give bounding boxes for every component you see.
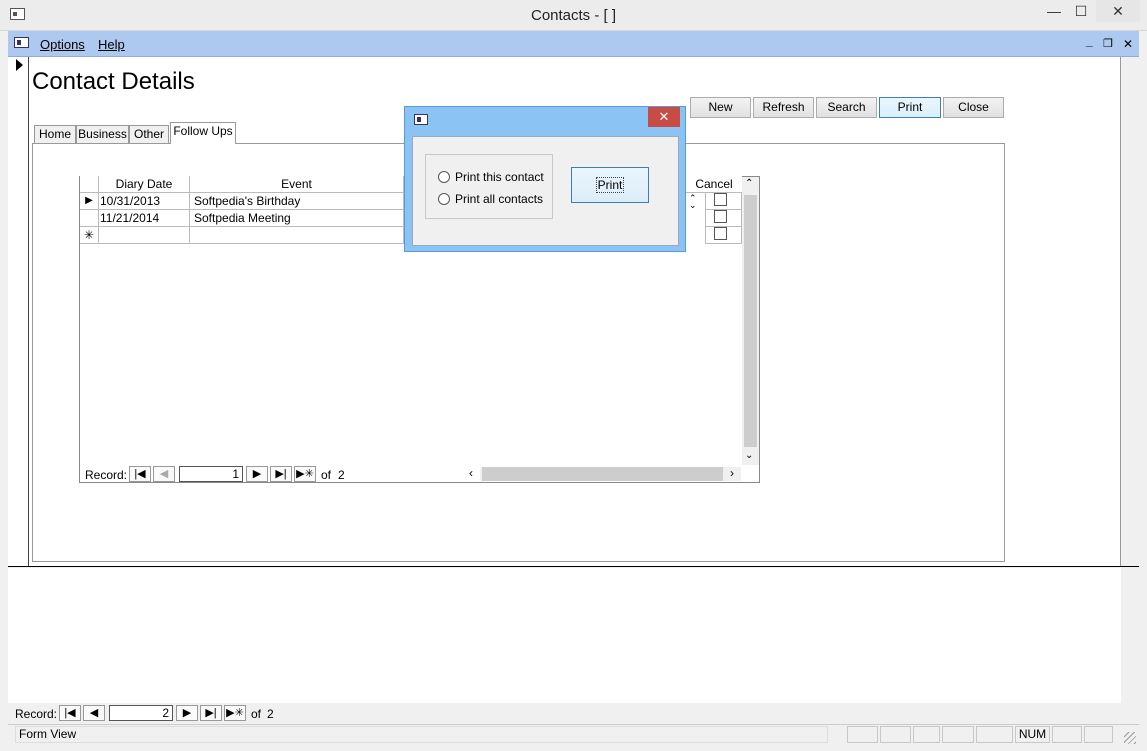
column-header-event[interactable]: Event — [190, 176, 404, 193]
label-print-this-contact[interactable]: Print this contact — [455, 170, 544, 184]
status-panel — [847, 726, 878, 743]
right-margin — [1121, 57, 1139, 703]
minimize-button[interactable]: — — [1042, 0, 1066, 22]
mdi-close-button[interactable]: ✕ — [1123, 37, 1133, 51]
print-option-group — [425, 154, 553, 219]
dialog-close-button[interactable]: ✕ — [648, 107, 680, 127]
label-print-all-contacts[interactable]: Print all contacts — [455, 192, 543, 206]
mdi-restore-button[interactable]: ❐ — [1103, 37, 1113, 50]
dialog-print-label: Print — [595, 177, 625, 193]
print-button[interactable]: Print — [879, 97, 941, 118]
scroll-up-icon[interactable]: ⌃ — [745, 178, 753, 189]
scroll-right-icon[interactable]: › — [730, 466, 734, 480]
new-cell-diary-date[interactable] — [99, 227, 190, 244]
record-selector-arrow — [16, 59, 23, 71]
column-header-diary-date[interactable]: Diary Date — [99, 176, 190, 193]
dialog-print-button[interactable]: Print — [571, 167, 649, 203]
grid-total-records: 2 — [338, 468, 345, 482]
form-section-divider — [8, 566, 1121, 567]
form-icon — [14, 37, 29, 48]
grid-record-number-input[interactable]: 1 — [179, 466, 243, 482]
new-row-selector[interactable]: ✳ — [80, 227, 99, 244]
spinner-icon[interactable]: ⌃ ⌄ — [689, 194, 697, 210]
tab-other[interactable]: Other — [129, 125, 169, 143]
maximize-button[interactable]: ☐ — [1068, 0, 1094, 22]
status-panel — [1084, 726, 1113, 743]
status-panel — [1052, 726, 1082, 743]
menu-options[interactable]: Options — [40, 37, 85, 52]
grid-next-record-button[interactable]: ▶ — [246, 466, 268, 482]
grid-last-record-button[interactable]: ▶| — [270, 466, 292, 482]
grid-horizontal-scroll-thumb[interactable] — [482, 467, 723, 481]
new-record-button[interactable]: ▶✳ — [224, 705, 246, 721]
cancel-checkbox[interactable] — [714, 210, 727, 223]
tab-home[interactable]: Home — [34, 125, 76, 143]
new-button[interactable]: New — [690, 97, 751, 118]
mdi-minimize-button[interactable]: _ — [1086, 34, 1093, 48]
radio-print-this-contact[interactable] — [438, 171, 450, 183]
grid-first-record-button[interactable]: |◀ — [129, 466, 151, 482]
tab-business[interactable]: Business — [76, 125, 129, 143]
status-panel — [880, 726, 911, 743]
grid-record-label: Record: — [85, 468, 128, 482]
total-records: 2 — [267, 707, 274, 721]
dialog-icon — [414, 114, 428, 125]
status-num-lock: NUM — [1015, 726, 1050, 743]
row-selector[interactable] — [80, 210, 99, 227]
cell-event[interactable]: Softpedia's Birthday — [190, 193, 404, 210]
page-title: Contact Details — [32, 68, 195, 95]
menu-bar — [8, 31, 1139, 57]
status-panel — [15, 726, 828, 743]
resize-grip-icon[interactable] — [1124, 732, 1136, 744]
scroll-left-icon[interactable]: ‹ — [469, 466, 473, 480]
cell-event[interactable]: Softpedia Meeting — [190, 210, 404, 227]
last-record-button[interactable]: ▶| — [200, 705, 222, 721]
status-panel — [913, 726, 940, 743]
search-button[interactable]: Search — [816, 97, 877, 118]
grid-corner — [80, 176, 99, 193]
close-button[interactable]: Close — [943, 97, 1004, 118]
window-title: Contacts - [ ] — [530, 7, 617, 24]
new-cell-event[interactable] — [190, 227, 404, 244]
grid-vertical-scroll-thumb[interactable] — [744, 195, 757, 447]
record-label: Record: — [15, 707, 58, 721]
form-section-divider-right — [1121, 566, 1139, 567]
prev-record-button[interactable]: ◀ — [83, 705, 105, 721]
record-number-input[interactable]: 2 — [109, 705, 173, 721]
status-panel — [942, 726, 974, 743]
cell-diary-date[interactable]: 11/21/2014 — [99, 210, 190, 227]
close-window-button[interactable]: ✕ — [1096, 0, 1140, 22]
cancel-checkbox[interactable] — [714, 227, 727, 240]
record-selector-bar[interactable] — [8, 57, 29, 567]
status-panel — [976, 726, 1013, 743]
column-header-cancel[interactable]: Cancel — [686, 176, 742, 193]
first-record-button[interactable]: |◀ — [59, 705, 81, 721]
cancel-checkbox[interactable] — [714, 193, 727, 206]
cell-diary-date[interactable]: 10/31/2013 — [99, 193, 190, 210]
menu-help[interactable]: Help — [98, 37, 125, 52]
grid-new-record-button[interactable]: ▶✳ — [294, 466, 316, 482]
form-footer-area — [8, 568, 1121, 703]
scroll-down-icon[interactable]: ⌄ — [745, 450, 753, 461]
radio-print-all-contacts[interactable] — [438, 193, 450, 205]
grid-of-label: of — [321, 468, 332, 482]
row-selector[interactable]: ▶ — [80, 193, 99, 210]
grid-prev-record-button[interactable]: ◀ — [153, 466, 175, 482]
tab-follow-ups[interactable]: Follow Ups — [170, 122, 236, 144]
of-label: of — [251, 707, 262, 721]
next-record-button[interactable]: ▶ — [176, 705, 198, 721]
refresh-button[interactable]: Refresh — [753, 97, 814, 118]
